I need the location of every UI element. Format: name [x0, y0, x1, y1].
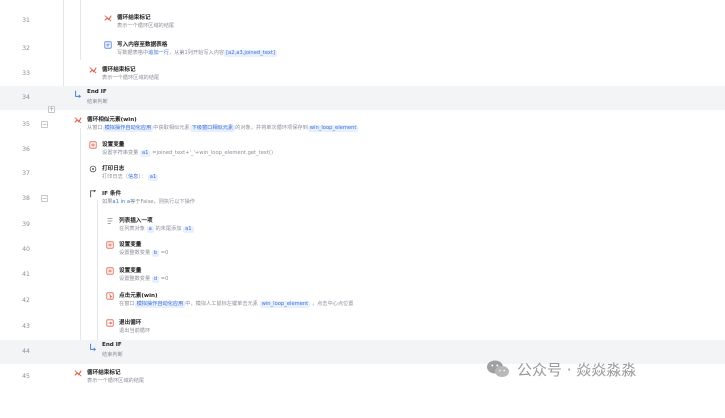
loop-end-icon [74, 369, 82, 377]
line-number: 35 [22, 121, 30, 128]
step-description: 结束判断 [87, 99, 108, 105]
line-number: 36 [22, 146, 30, 153]
watermark-text: 公众号 · 焱焱淼淼 [517, 360, 637, 379]
step-description: 如果a1 in a等于False，则执行以下操作 [102, 199, 195, 205]
line-number: 45 [22, 373, 30, 380]
if-condition-icon [89, 190, 97, 198]
step-title: 循环结束标记 [102, 67, 136, 73]
step-row[interactable]: 39 列表插入一项 在列表对象 a 的末尾添加 a1 [0, 212, 725, 238]
step-row[interactable]: 35 − 循环相似元素(win) 从窗口 模拟操作自动化应用 中获取相似元素 下级窗口… [0, 112, 725, 138]
step-description: 设置字符串变量 a1 =joined_text+'_'+win_loop_ele… [102, 150, 273, 157]
line-number: 38 [22, 195, 30, 202]
step-row[interactable]: 34 End IF 结束判断 [0, 86, 725, 110]
line-number: 32 [22, 45, 30, 52]
line-number: 31 [22, 17, 30, 24]
step-description: 打印日志（信息）： a1 [102, 174, 159, 181]
step-title: 设置变量 [119, 242, 142, 248]
line-number: 41 [22, 271, 30, 278]
step-description: 结束判断 [102, 352, 123, 358]
loop-end-icon [104, 14, 112, 22]
step-description: 在列表对象 a 的末尾添加 a1 [119, 226, 194, 233]
step-title: End IF [87, 89, 107, 95]
wechat-icon [486, 359, 510, 379]
exit-loop-icon [106, 319, 114, 327]
step-row[interactable]: 38 − IF 条件 如果a1 in a等于False，则执行以下操作 [0, 186, 725, 212]
step-row[interactable]: 40 设置变量 设置整数变量 b =0 [0, 238, 725, 262]
click-element-icon [106, 292, 114, 300]
step-row[interactable]: 33 循环结束标记 表示一个循环区域的结尾 [0, 62, 725, 86]
step-row[interactable]: 31 循环结束标记 表示一个循环区域的结尾 [0, 8, 725, 34]
collapse-toggle[interactable]: − [41, 121, 48, 128]
list-insert-icon [106, 217, 114, 225]
line-number: 37 [22, 170, 30, 177]
step-title: 退出循环 [119, 320, 142, 326]
step-description: 设置整数变量 d =0 [119, 276, 169, 283]
end-if-icon [89, 343, 97, 351]
loop-similar-icon [74, 116, 82, 124]
set-variable-icon [89, 141, 97, 149]
step-title: 点击元素(win) [119, 293, 158, 299]
step-description: 设置整数变量 b =0 [119, 250, 169, 257]
step-row[interactable]: 42 点击元素(win) 在窗口 模拟操作自动化应用 中，模拟人工鼠标左键单击元素 … [0, 288, 725, 314]
set-variable-icon [106, 267, 114, 275]
step-title: 设置变量 [102, 142, 125, 148]
table-write-icon [104, 41, 112, 49]
step-title: 循环相似元素(win) [87, 117, 137, 123]
line-number: 39 [22, 221, 30, 228]
step-row[interactable]: 41 设置变量 设置整数变量 d =0 [0, 262, 725, 288]
line-number: 33 [22, 70, 30, 77]
loop-end-icon [89, 66, 97, 74]
step-description: 表示一个循环区域的结尾 [102, 75, 160, 81]
line-number: 42 [22, 297, 30, 304]
step-title: 循环结束标记 [87, 370, 121, 376]
step-title: 设置变量 [119, 268, 142, 274]
step-title: 打印日志 [102, 166, 125, 172]
step-description: 写数据表格中追加一行，从第1列开始写入内容 [a2,a3,joined_text] [117, 50, 278, 57]
print-log-icon [89, 165, 97, 173]
end-if-icon [74, 90, 82, 98]
collapse-toggle[interactable]: − [41, 195, 48, 202]
line-number: 44 [22, 348, 30, 355]
line-number: 40 [22, 246, 30, 253]
step-row[interactable]: 32 写入内容至数据表格 写数据表格中追加一行，从第1列开始写入内容 [a2,a3… [0, 36, 725, 62]
line-number: 34 [22, 94, 30, 101]
set-variable-icon [106, 241, 114, 249]
step-row[interactable]: 36 设置变量 设置字符串变量 a1 =joined_text+'_'+win_… [0, 138, 725, 162]
step-description: 退出当前循环 [119, 328, 151, 334]
step-row[interactable]: 43 退出循环 退出当前循环 [0, 314, 725, 340]
watermark: 公众号 · 焱焱淼淼 [486, 357, 636, 381]
step-title: IF 条件 [102, 191, 122, 197]
step-description: 表示一个循环区域的结尾 [117, 23, 175, 29]
step-title: End IF [102, 342, 122, 348]
step-row[interactable]: 37 打印日志 打印日志（信息）： a1 [0, 162, 725, 186]
step-description: 在窗口 模拟操作自动化应用 中，模拟人工鼠标左键单击元素 win_loop_elem… [119, 301, 354, 308]
step-title: 循环结束标记 [117, 15, 151, 21]
step-description: 表示一个循环区域的结尾 [87, 378, 145, 384]
step-title: 列表插入一项 [119, 218, 153, 224]
step-title: 写入内容至数据表格 [117, 42, 168, 48]
line-number: 43 [22, 323, 30, 330]
step-description: 从窗口 模拟操作自动化应用 中获取相似元素 下级窗口相似元素 的对象，并将单次循环项保存… [87, 125, 359, 132]
